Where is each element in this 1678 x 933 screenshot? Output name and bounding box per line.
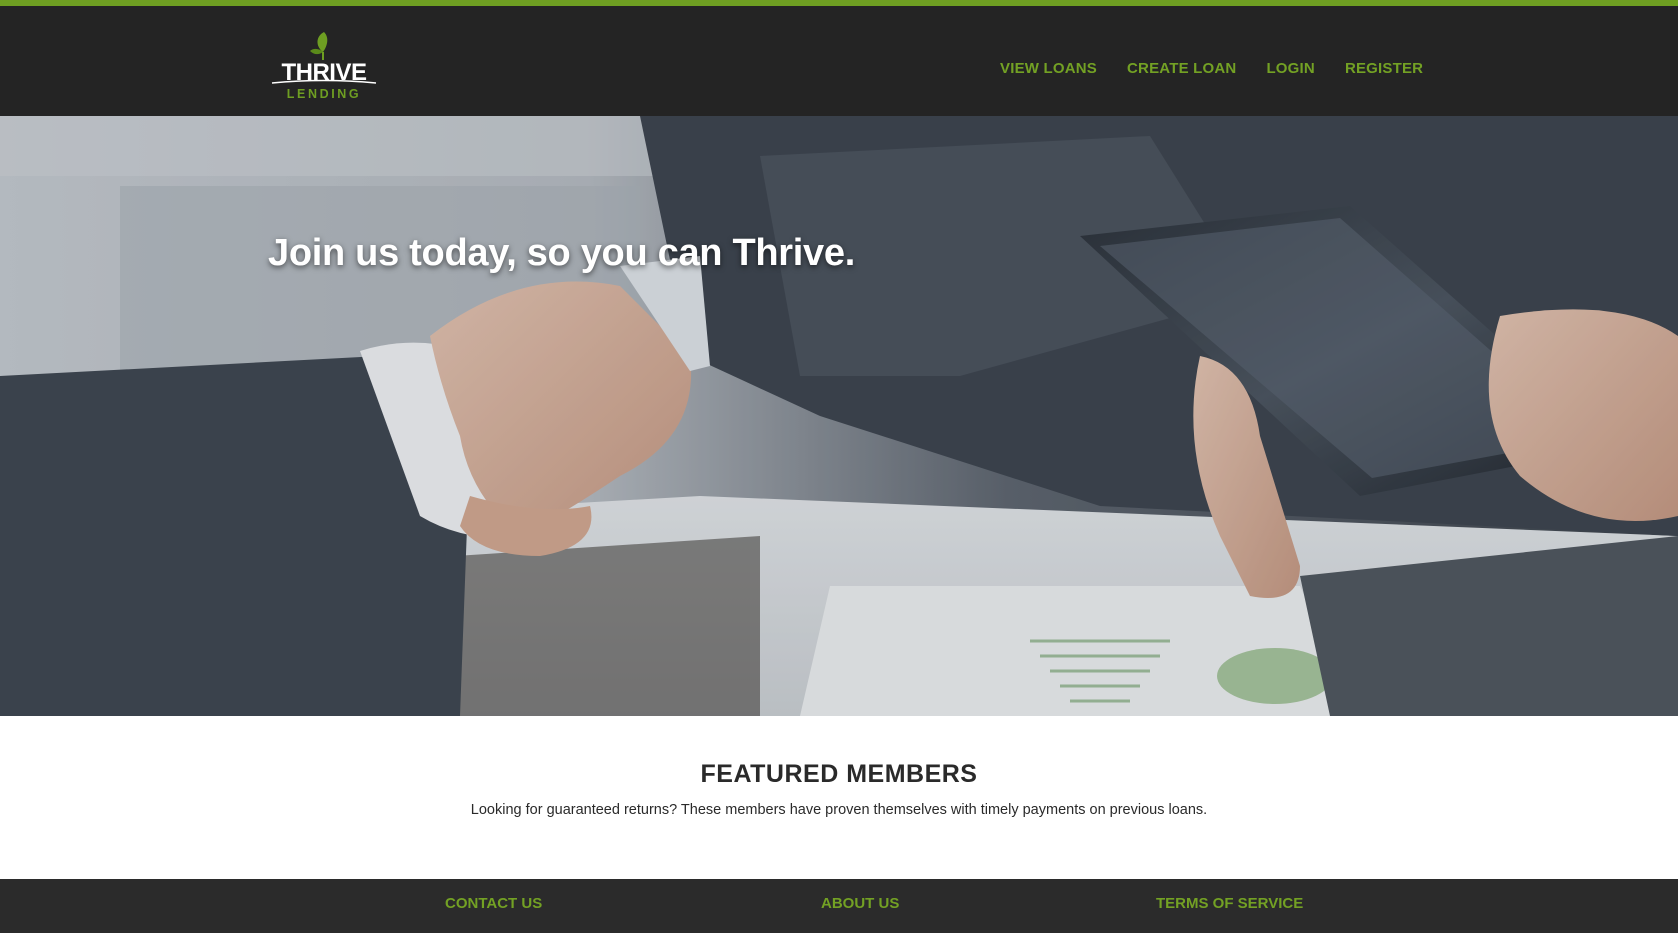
hero-banner: Join us today, so you can Thrive.: [0, 116, 1678, 716]
top-navbar: THRIVE LENDING VIEW LOANS CREATE LOAN LO…: [0, 6, 1678, 116]
leaf-logo-icon: THRIVE LENDING: [271, 32, 377, 101]
thrive-lending-logo[interactable]: THRIVE LENDING: [268, 26, 380, 106]
page-footer: CONTACT US ABOUT US TERMS OF SERVICE: [0, 879, 1678, 933]
footer-terms-of-service[interactable]: TERMS OF SERVICE: [1156, 895, 1303, 912]
featured-members-title: FEATURED MEMBERS: [700, 760, 978, 788]
hero-heading: Join us today, so you can Thrive.: [268, 232, 855, 274]
nav-login[interactable]: LOGIN: [1266, 60, 1315, 84]
footer-about-us[interactable]: ABOUT US: [821, 895, 899, 912]
nav-register[interactable]: REGISTER: [1345, 60, 1423, 84]
featured-members-section: FEATURED MEMBERS Looking for guaranteed …: [0, 716, 1678, 879]
nav-create-loan[interactable]: CREATE LOAN: [1127, 60, 1236, 84]
main-nav: VIEW LOANS CREATE LOAN LOGIN REGISTER: [1000, 60, 1423, 84]
svg-text:LENDING: LENDING: [287, 87, 361, 101]
footer-contact-us[interactable]: CONTACT US: [445, 895, 542, 912]
handshake-hero-image: [0, 116, 1678, 716]
featured-members-subtitle: Looking for guaranteed returns? These me…: [470, 802, 1208, 818]
nav-view-loans[interactable]: VIEW LOANS: [1000, 60, 1097, 84]
